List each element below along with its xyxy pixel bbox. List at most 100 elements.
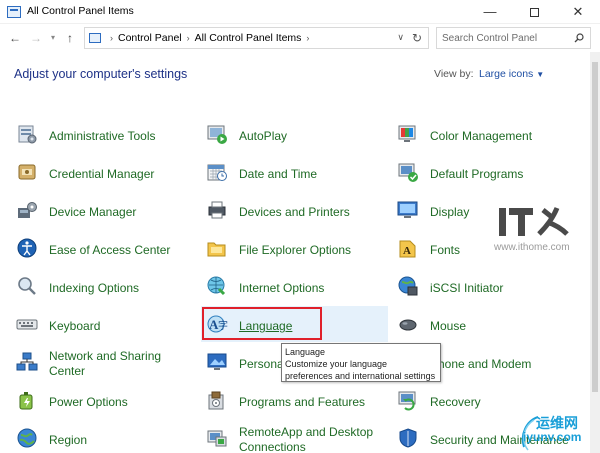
item-label: Credential Manager [49, 167, 155, 181]
tooltip-title: Language [285, 347, 326, 357]
item-label: Color Management [430, 129, 533, 143]
tooltip-description: Customize your language preferences and … [285, 359, 436, 381]
chevron-down-icon: ▼ [536, 70, 545, 79]
item-label: AutoPlay [239, 129, 288, 143]
remoteapp-icon [207, 430, 227, 447]
item-devices-printers[interactable]: Devices and Printers [206, 193, 391, 229]
site-url-watermark: iyunv.com [523, 430, 582, 444]
item-autoplay[interactable]: AutoPlay [206, 117, 391, 153]
item-label: Programs and Features [239, 395, 366, 409]
devices-printers-icon [208, 201, 226, 219]
item-region[interactable]: Region [16, 421, 201, 453]
file-explorer-options-icon [207, 242, 226, 257]
iscsi-initiator-icon [398, 276, 418, 296]
control-panel-icon [7, 6, 21, 18]
display-icon [397, 201, 418, 218]
window-title: All Control Panel Items [27, 5, 134, 17]
chevron-down-icon[interactable]: ∨ [397, 32, 404, 43]
minimize-button[interactable]: — [468, 0, 512, 24]
item-label: Display [430, 205, 470, 219]
breadcrumb-control-panel[interactable]: Control Panel [118, 32, 182, 44]
item-internet-options[interactable]: Internet Options [206, 269, 391, 305]
item-label: Default Programs [430, 167, 524, 181]
refresh-icon[interactable]: ↻ [412, 31, 422, 45]
view-by-dropdown[interactable]: Large icons ▼ [479, 68, 544, 80]
breadcrumb-all-items[interactable]: All Control Panel Items [195, 32, 302, 44]
item-iscsi-initiator[interactable]: iSCSI Initiator [397, 269, 582, 305]
control-panel-items: Administrative Tools Credential Manager … [0, 115, 590, 453]
breadcrumb[interactable]: › Control Panel › All Control Panel Items › … [84, 27, 429, 49]
security-maintenance-icon [399, 428, 417, 448]
forward-button[interactable]: → [28, 29, 44, 47]
svg-text:A: A [403, 245, 411, 257]
item-date-time[interactable]: Date and Time [206, 155, 391, 191]
item-device-manager[interactable]: Device Manager [16, 193, 201, 229]
network-sharing-icon [16, 352, 38, 371]
item-label: Keyboard [49, 319, 101, 333]
close-button[interactable]: ✕ [556, 0, 600, 24]
vertical-scrollbar[interactable] [590, 52, 600, 453]
search-input[interactable] [442, 31, 567, 46]
view-by-value: Large icons [479, 68, 534, 80]
language-highlight-box [202, 307, 322, 340]
item-label: Device Manager [49, 205, 137, 219]
item-label: Administrative Tools [49, 129, 156, 143]
item-default-programs[interactable]: Default Programs [397, 155, 582, 191]
credential-manager-icon [18, 164, 36, 180]
maximize-button[interactable] [512, 0, 556, 24]
item-programs-features[interactable]: Programs and Features [206, 383, 391, 419]
item-label: Ease of Access Center [49, 243, 171, 257]
address-bar: ← → ▾ ↑ › Control Panel › All Control Panel… [0, 24, 600, 52]
item-keyboard[interactable]: Keyboard [16, 307, 201, 343]
item-color-management[interactable]: Color Management [397, 117, 582, 153]
item-label: Recovery [430, 395, 481, 409]
chevron-right-icon: › [186, 33, 190, 43]
default-programs-icon [398, 163, 418, 182]
search-icon[interactable] [574, 33, 584, 43]
date-time-icon [207, 164, 227, 181]
item-file-explorer-options[interactable]: File Explorer Options [206, 231, 391, 267]
recovery-icon [398, 391, 416, 411]
indexing-options-icon [18, 277, 36, 295]
item-label: Network and Sharing Center [49, 349, 162, 378]
item-administrative-tools[interactable]: Administrative Tools [16, 117, 201, 153]
recent-locations-button[interactable]: ▾ [45, 29, 61, 47]
item-mouse[interactable]: Mouse [397, 307, 582, 343]
search-box[interactable] [436, 27, 591, 49]
item-label: Fonts [430, 243, 461, 257]
item-label: Internet Options [239, 281, 325, 295]
item-label: Devices and Printers [239, 205, 350, 219]
color-management-icon [398, 125, 416, 142]
maximize-icon [529, 8, 539, 18]
item-credential-manager[interactable]: Credential Manager [16, 155, 201, 191]
item-label: Indexing Options [49, 281, 140, 295]
item-label: Phone and Modem [430, 357, 532, 371]
up-button[interactable]: ↑ [62, 29, 78, 47]
region-icon [17, 428, 37, 448]
item-label: iSCSI Initiator [430, 281, 504, 295]
back-button[interactable]: ← [7, 29, 23, 47]
fonts-icon: A [399, 240, 416, 258]
view-by-label: View by: [434, 68, 474, 80]
item-label: Power Options [49, 395, 128, 409]
scrollbar-thumb[interactable] [592, 62, 598, 392]
item-network-sharing-center[interactable]: Network and Sharing Center [16, 345, 201, 381]
item-power-options[interactable]: Power Options [16, 383, 201, 419]
personalization-icon [207, 353, 227, 370]
ithome-url-watermark: www.ithome.com [494, 242, 570, 253]
control-panel-small-icon [89, 33, 101, 43]
item-label: RemoteApp and Desktop Connections [239, 425, 374, 453]
item-indexing-options[interactable]: Indexing Options [16, 269, 201, 305]
ease-of-access-icon [17, 238, 37, 258]
item-label: Region [49, 433, 88, 447]
device-manager-icon [18, 202, 37, 218]
tooltip: Language Customize your language prefere… [281, 343, 441, 382]
item-label: Mouse [430, 319, 467, 333]
item-remoteapp-desktop-connections[interactable]: RemoteApp and Desktop Connections [206, 421, 391, 453]
item-ease-of-access-center[interactable]: Ease of Access Center [16, 231, 201, 267]
administrative-tools-icon [18, 125, 37, 144]
item-label: File Explorer Options [239, 243, 352, 257]
chevron-right-icon: › [306, 33, 310, 43]
power-options-icon [19, 392, 33, 410]
autoplay-icon [207, 125, 227, 144]
